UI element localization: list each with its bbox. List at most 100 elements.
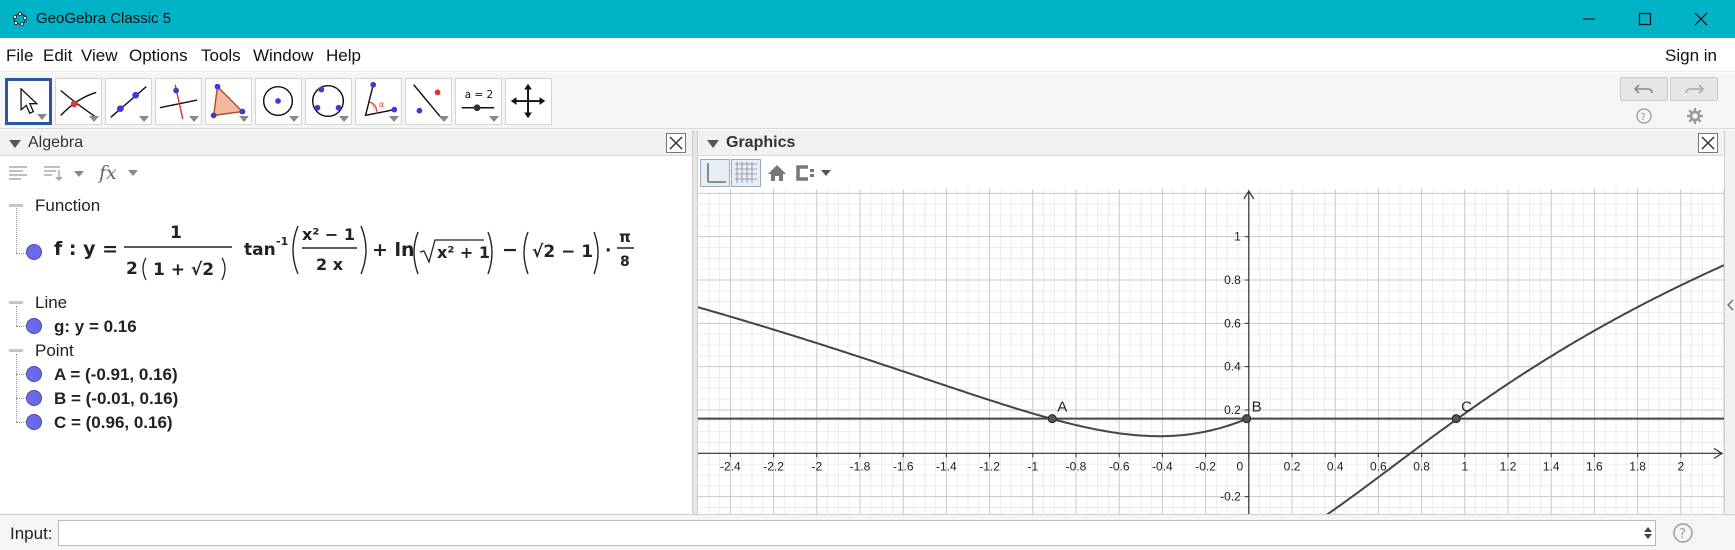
sort-by-icon[interactable] <box>42 164 86 182</box>
function-f-formula[interactable]: f : y = 1 2 1 + √2 tan -1 x² − 1 2 x + l… <box>54 218 674 284</box>
x-tick-label: -1.4 <box>936 459 957 473</box>
angle-tool-button[interactable]: α <box>355 78 402 125</box>
toggle-auxiliary-icon[interactable] <box>8 164 28 182</box>
line-tool-button[interactable] <box>105 78 152 125</box>
point-b-definition[interactable]: B = (-0.01, 0.16) <box>54 389 178 409</box>
menu-edit[interactable]: Edit <box>43 46 72 66</box>
visibility-toggle-c[interactable] <box>26 414 42 430</box>
menu-help[interactable]: Help <box>326 46 361 66</box>
x-tick-label: 0.2 <box>1284 459 1301 473</box>
close-window-button[interactable] <box>1673 0 1729 38</box>
close-algebra-button[interactable] <box>666 133 686 153</box>
conic-tool-button[interactable] <box>305 78 352 125</box>
formula-arg-num: x² − 1 <box>302 225 355 244</box>
undo-button[interactable] <box>1620 77 1668 101</box>
menu-bar: File Edit View Options Tools Window Help… <box>0 38 1735 72</box>
close-icon <box>669 136 683 150</box>
point-capturing-icon[interactable] <box>792 163 836 183</box>
description-mode-icon[interactable]: fx <box>98 161 144 185</box>
svg-text:?: ? <box>1641 112 1646 123</box>
menu-window[interactable]: Window <box>253 46 313 66</box>
help-icon[interactable]: ? <box>1635 107 1653 125</box>
side-panel-handle[interactable] <box>1724 130 1735 514</box>
svg-text:fx: fx <box>98 162 117 184</box>
y-tick-label: 1 <box>1234 230 1241 244</box>
x-tick-label: 0.4 <box>1327 459 1344 473</box>
input-field[interactable] <box>58 520 1656 546</box>
redo-button[interactable] <box>1670 77 1718 101</box>
visibility-toggle-b[interactable] <box>26 390 42 406</box>
x-tick-label: 1.6 <box>1586 459 1603 473</box>
point-b[interactable] <box>1242 414 1252 424</box>
perpendicular-line-tool-button[interactable] <box>155 78 202 125</box>
x-tick-label: 0 <box>1236 459 1243 473</box>
menu-tools[interactable]: Tools <box>201 46 241 66</box>
formula-den-coef: 2 <box>126 259 138 279</box>
visibility-toggle-a[interactable] <box>26 366 42 382</box>
formula-tan-exp: -1 <box>276 235 288 248</box>
function-f-curve[interactable] <box>698 306 1250 438</box>
input-help-icon[interactable]: ? <box>1672 522 1694 544</box>
geogebra-window: GeoGebra Classic 5 File Edit View Option… <box>0 0 1735 550</box>
graphics-canvas[interactable]: -2.4 -2.2 -2 -1.8 -1.6 -1.4 -1.2 -1 -0.8 -0.6 -0.4… <box>698 189 1724 514</box>
x-tick-label: -2.4 <box>720 459 741 473</box>
x-tick-label: -2 <box>811 459 822 473</box>
x-tick-label: 1.8 <box>1629 459 1646 473</box>
y-tick-label: 0.6 <box>1224 316 1241 330</box>
x-tick-label: -1.8 <box>850 459 871 473</box>
graphics-title: Graphics <box>726 134 796 151</box>
collapse-triangle-icon[interactable] <box>9 140 21 148</box>
move-tool-button[interactable] <box>5 78 52 125</box>
point-tool-button[interactable] <box>55 78 102 125</box>
close-graphics-button[interactable] <box>1698 133 1718 153</box>
line-g-definition[interactable]: g: y = 0.16 <box>54 317 137 337</box>
group-function-label: Function <box>35 196 101 215</box>
circle-tool-button[interactable] <box>255 78 302 125</box>
menu-file[interactable]: File <box>6 46 33 66</box>
y-tick-label: 0.8 <box>1224 273 1241 287</box>
input-history-icon[interactable] <box>1643 525 1653 541</box>
x-tick-label: -0.4 <box>1152 459 1173 473</box>
visibility-toggle-g[interactable] <box>26 318 42 334</box>
collapse-point-group[interactable] <box>9 349 23 352</box>
x-tick-label: 0.6 <box>1370 459 1387 473</box>
y-tick-label: 0.4 <box>1224 360 1241 374</box>
minimize-button[interactable] <box>1561 0 1617 38</box>
close-icon <box>1701 136 1715 150</box>
maximize-button[interactable] <box>1617 0 1673 38</box>
reflect-tool-button[interactable] <box>405 78 452 125</box>
toggle-axes-button[interactable] <box>700 159 730 187</box>
collapse-function-group[interactable] <box>9 204 23 207</box>
redo-icon <box>1685 84 1705 94</box>
collapse-triangle-icon[interactable] <box>707 140 719 148</box>
menu-view[interactable]: View <box>81 46 118 66</box>
undo-icon <box>1633 84 1653 94</box>
input-bar: Input: ? <box>0 514 1735 550</box>
point-c[interactable] <box>1451 414 1461 424</box>
slider-tool-label: a = 2 <box>465 89 494 101</box>
sign-in-link[interactable]: Sign in <box>1665 46 1717 66</box>
point-a[interactable] <box>1047 414 1057 424</box>
y-tick-label: 0.2 <box>1224 403 1241 417</box>
move-graphics-tool-button[interactable] <box>505 78 552 125</box>
point-c-definition[interactable]: C = (0.96, 0.16) <box>54 413 173 433</box>
gear-icon[interactable] <box>1686 107 1704 125</box>
x-tick-label: 1 <box>1461 459 1468 473</box>
formula-sqrt-arg: x² + 1 <box>437 243 490 262</box>
x-tick-label: -0.6 <box>1109 459 1130 473</box>
graphics-view[interactable]: -2.4 -2.2 -2 -1.8 -1.6 -1.4 -1.2 -1 -0.8 -0.6 -0.4… <box>698 189 1724 514</box>
group-point-label: Point <box>35 341 74 360</box>
formula-dot: · <box>605 241 611 261</box>
main-toolbar: α a = 2 ? <box>0 73 1735 129</box>
home-icon[interactable] <box>766 163 788 183</box>
menu-options[interactable]: Options <box>129 46 188 66</box>
visibility-toggle-f[interactable] <box>26 244 42 260</box>
axes-icon <box>707 163 726 183</box>
toggle-grid-button[interactable] <box>731 159 761 187</box>
x-tick-label: -1.6 <box>893 459 914 473</box>
collapse-line-group[interactable] <box>9 301 23 304</box>
slider-tool-button[interactable]: a = 2 <box>455 78 502 125</box>
polygon-tool-button[interactable] <box>205 78 252 125</box>
close-icon <box>1694 12 1708 26</box>
point-a-definition[interactable]: A = (-0.91, 0.16) <box>54 365 178 385</box>
